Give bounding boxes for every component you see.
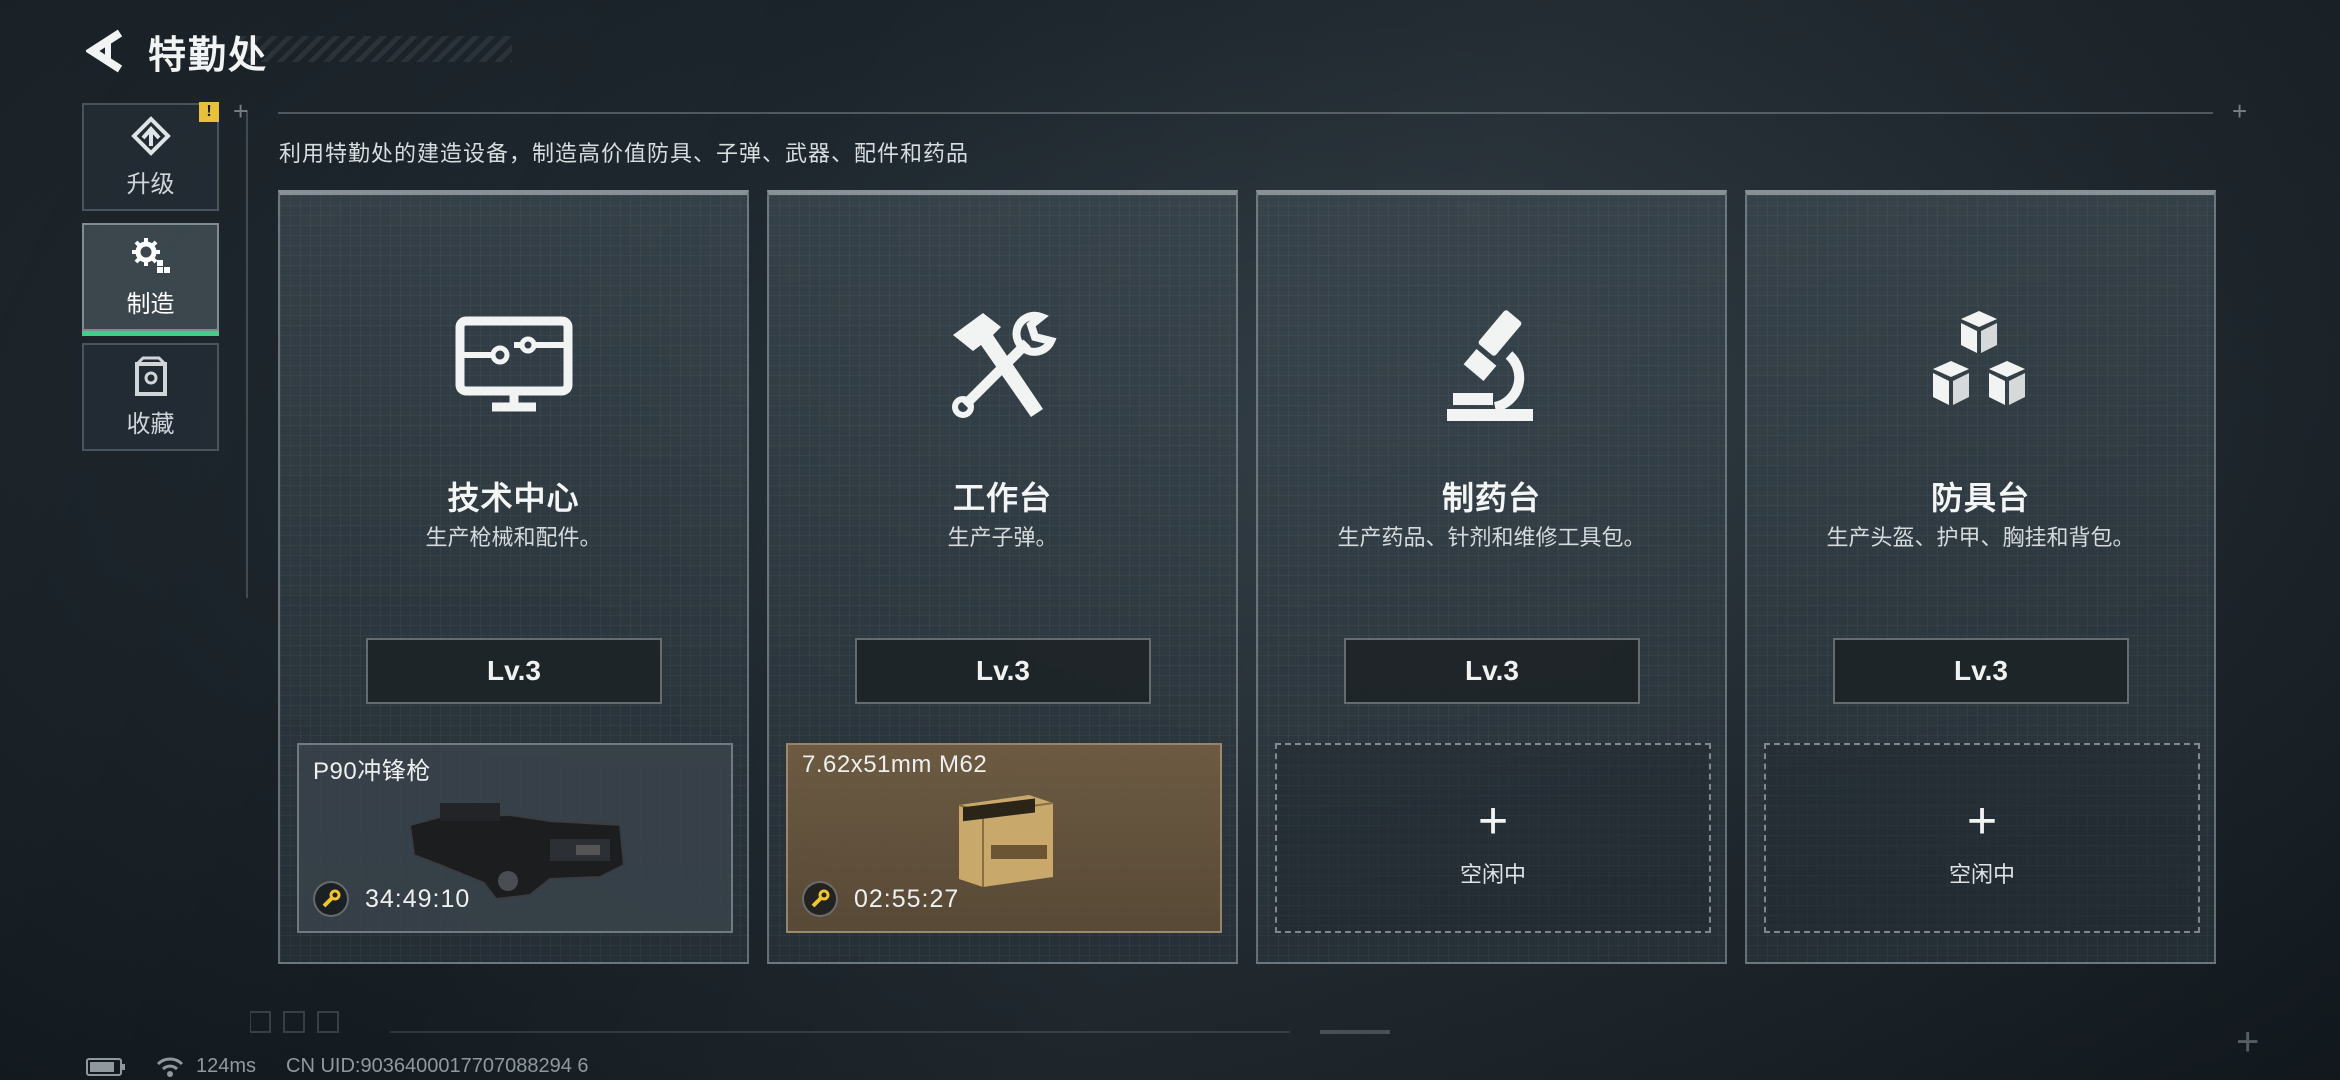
- corner-marker: +: [2236, 1020, 2260, 1064]
- craft-slot[interactable]: 7.62x51mm M62 02:55:27: [786, 743, 1222, 933]
- timer-value: 02:55:27: [854, 884, 960, 913]
- back-arrow-icon: [86, 29, 123, 73]
- craft-timer: 34:49:10: [313, 881, 470, 917]
- level-button[interactable]: Lv.3: [1344, 638, 1640, 704]
- player-uid: CN UID:9036400017707088294 6: [286, 1055, 589, 1077]
- station-card-tech-center[interactable]: 技术中心 生产枪械和配件。 Lv.3 P90冲锋枪 34:49:10: [278, 190, 749, 964]
- item-image-ammo-box: [949, 789, 1059, 894]
- battery-icon: [86, 1057, 125, 1076]
- station-card-pharmacy[interactable]: 制药台 生产药品、针剂和维修工具包。 Lv.3 + 空闲中: [1256, 190, 1727, 964]
- wrench-timer-icon: [802, 881, 838, 917]
- sidebar-item-craft[interactable]: 制造: [82, 223, 219, 336]
- station-description: 生产药品、针剂和维修工具包。: [1337, 525, 1646, 550]
- crafting-item-name: 7.62x51mm M62: [802, 751, 988, 778]
- sidebar-item-label: 制造: [126, 290, 175, 318]
- back-button[interactable]: [82, 27, 130, 75]
- station-name: 工作台: [952, 480, 1052, 516]
- add-icon: +: [1477, 792, 1509, 850]
- craft-slot[interactable]: P90冲锋枪 34:49:10: [297, 743, 733, 933]
- station-card-workbench[interactable]: 工作台 生产子弹。 Lv.3 7.62x51mm M62 02:55:27: [767, 190, 1238, 964]
- timer-value: 34:49:10: [365, 884, 471, 913]
- station-card-armor[interactable]: 防具台 生产头盔、护甲、胸挂和背包。 Lv.3 + 空闲中: [1745, 190, 2216, 964]
- station-description: 生产头盔、护甲、胸挂和背包。: [1826, 525, 2135, 550]
- station-description: 生产枪械和配件。: [425, 525, 602, 550]
- corner-marker: +: [2232, 96, 2248, 126]
- empty-craft-slot[interactable]: + 空闲中: [1764, 743, 2200, 933]
- wrench-timer-icon: [313, 881, 349, 917]
- ping-value: 124ms: [196, 1055, 257, 1077]
- sidebar-item-upgrade[interactable]: ! 升级: [82, 102, 219, 211]
- sidebar-item-collection[interactable]: 收藏: [82, 343, 219, 451]
- sidebar-item-label: 收藏: [126, 410, 175, 438]
- add-icon: +: [1966, 792, 1998, 850]
- page-header: 特勤处: [82, 22, 268, 80]
- alert-badge: !: [199, 102, 219, 122]
- page-title: 特勤处: [148, 34, 269, 77]
- empty-craft-slot[interactable]: + 空闲中: [1275, 743, 1711, 933]
- station-name: 技术中心: [447, 480, 580, 516]
- station-name: 制药台: [1441, 480, 1541, 516]
- station-cards: 技术中心 生产枪械和配件。 Lv.3 P90冲锋枪 34:49:10 工作台 生…: [278, 190, 2234, 964]
- level-button[interactable]: Lv.3: [366, 638, 662, 704]
- sidebar-item-label: 升级: [126, 170, 175, 198]
- idle-label: 空闲中: [1459, 862, 1526, 887]
- divider-horizontal: [278, 112, 2213, 114]
- sidebar: ! 升级 制造 收藏: [82, 102, 220, 463]
- crafting-item-name: P90冲锋枪: [313, 758, 431, 785]
- divider-vertical: [246, 110, 248, 598]
- bottom-decoration: [250, 1011, 1390, 1034]
- station-description: 生产子弹。: [947, 525, 1058, 550]
- corner-marker: +: [233, 96, 249, 126]
- cubes-icon: [1916, 300, 2046, 430]
- gears-icon: [131, 237, 170, 273]
- wifi-icon: [156, 1057, 184, 1077]
- microscope-icon: [1427, 300, 1557, 430]
- status-bar: 124ms CN UID:9036400017707088294 6: [86, 1055, 589, 1078]
- hammer-wrench-icon: [938, 300, 1068, 430]
- page-subtitle: 利用特勤处的建造设备，制造高价值防具、子弹、武器、配件和药品: [279, 141, 970, 166]
- monitor-circuit-icon: [449, 300, 579, 430]
- title-decoration: [240, 36, 512, 62]
- craft-timer: 02:55:27: [802, 881, 959, 917]
- level-button[interactable]: Lv.3: [1833, 638, 2129, 704]
- level-button[interactable]: Lv.3: [855, 638, 1151, 704]
- idle-label: 空闲中: [1948, 862, 2015, 887]
- collection-icon: [134, 356, 167, 396]
- upgrade-icon: [130, 115, 171, 156]
- station-name: 防具台: [1930, 480, 2030, 516]
